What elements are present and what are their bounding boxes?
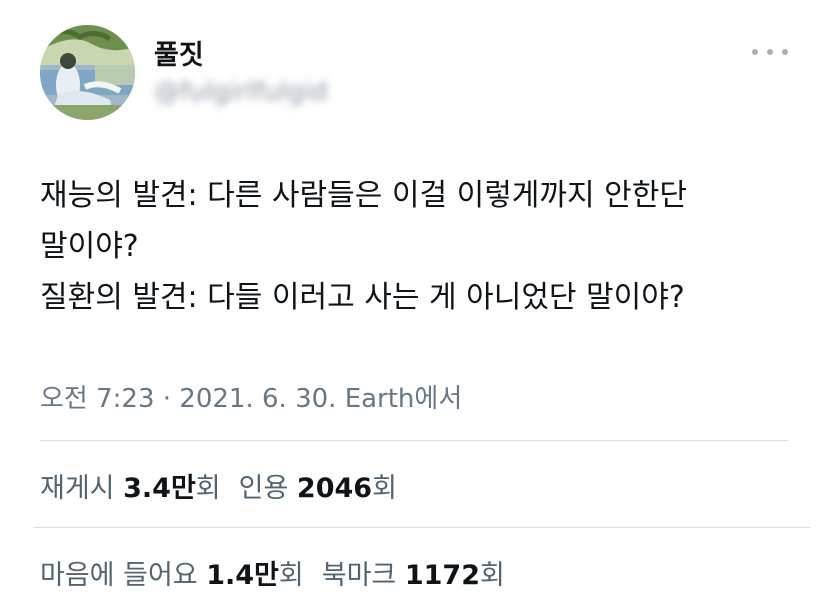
quotes-label: 인용	[238, 473, 289, 504]
likes-unit: 회	[278, 560, 304, 591]
retweets-count: 3.4만	[123, 473, 196, 504]
retweets-stat[interactable]: 재게시 3.4만회	[40, 473, 221, 504]
divider	[40, 440, 788, 441]
bookmarks-unit: 회	[480, 560, 505, 591]
tweet-text-line: 재능의 발견: 다른 사람들은 이걸 이렇게까지 안한단	[40, 178, 687, 213]
bookmarks-label: 북마크	[321, 560, 397, 591]
engagement-stats-row-2: 마음에 들어요 1.4만회 북마크 1172회	[40, 553, 505, 592]
quotes-unit: 회	[372, 473, 397, 504]
divider	[34, 527, 810, 528]
retweets-label: 재게시	[40, 473, 115, 504]
more-dot	[767, 49, 773, 55]
tweet-date[interactable]: 2021. 6. 30.	[179, 384, 336, 414]
tweet-text: 재능의 발견: 다른 사람들은 이걸 이렇게까지 안한단 말이야? 질환의 발견…	[40, 170, 790, 323]
likes-count: 1.4만	[206, 560, 279, 591]
more-dot	[782, 49, 788, 55]
tweet-detail: 풀짓 @fulgirlfulgid 재능의 발견: 다른 사람들은 이걸 이렇게…	[0, 0, 828, 610]
avatar[interactable]	[40, 25, 135, 120]
tweet-text-line: 말이야?	[40, 229, 139, 264]
avatar-painting-image	[40, 25, 135, 120]
bookmarks-count: 1172	[404, 560, 481, 591]
tweet-source: Earth에서	[344, 384, 463, 414]
engagement-stats-row-1: 재게시 3.4만회 인용 2046회	[40, 466, 397, 505]
likes-label: 마음에 들어요	[40, 560, 198, 591]
likes-stat[interactable]: 마음에 들어요 1.4만회	[40, 560, 304, 591]
bookmarks-stat[interactable]: 북마크 1172회	[322, 560, 505, 591]
more-dot	[752, 49, 758, 55]
quotes-count: 2046	[296, 473, 373, 504]
tweet-time[interactable]: 오전 7:23	[40, 384, 155, 414]
quotes-stat[interactable]: 인용 2046회	[239, 473, 397, 504]
more-horizontal-icon[interactable]	[752, 40, 788, 64]
retweets-unit: 회	[195, 473, 221, 504]
tweet-text-line: 질환의 발견: 다들 이러고 사는 게 아니었단 말이야?	[40, 280, 685, 315]
display-name[interactable]: 풀짓	[154, 33, 204, 72]
meta-separator: ·	[162, 384, 172, 414]
tweet-meta: 오전 7:23 · 2021. 6. 30. Earth에서	[40, 378, 462, 415]
user-handle[interactable]: @fulgirlfulgid	[154, 77, 328, 107]
